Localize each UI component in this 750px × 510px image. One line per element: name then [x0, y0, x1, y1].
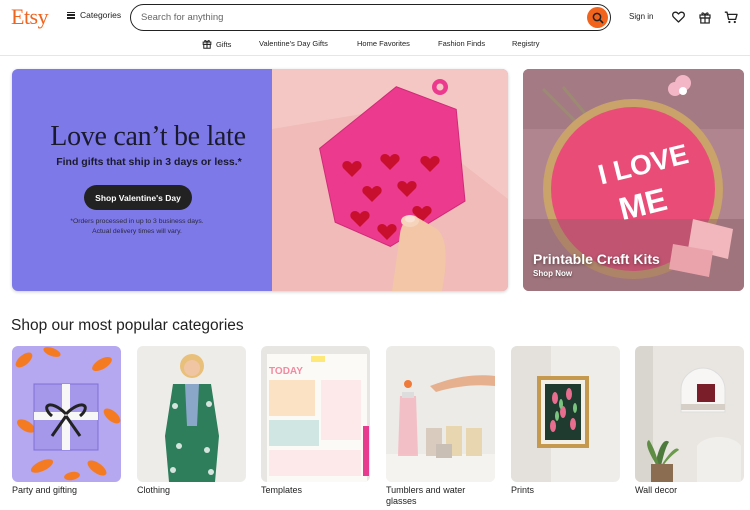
category-label: Wall decor [635, 485, 678, 495]
category-label: Templates [261, 485, 303, 495]
category-image [137, 346, 246, 482]
wall-decor-image [635, 346, 744, 482]
hero-image [272, 69, 508, 291]
shop-now-link[interactable]: Shop Now [533, 269, 572, 278]
category-image [12, 346, 121, 482]
subnav-gifts[interactable]: Gifts [202, 39, 231, 49]
side-card-title: Printable Craft Kits [533, 251, 660, 267]
section-title: Shop our most popular categories [11, 317, 244, 334]
glasses-image [386, 346, 495, 482]
category-image [511, 346, 620, 482]
heart-card-illustration [272, 69, 508, 291]
search-bar [130, 4, 611, 31]
category-image [635, 346, 744, 482]
gift-box-image [12, 346, 121, 482]
subnav-registry[interactable]: Registry [512, 39, 540, 48]
favorites-button[interactable] [671, 10, 685, 24]
search-button[interactable] [587, 7, 608, 28]
signin-link[interactable]: Sign in [629, 12, 653, 21]
category-image [386, 346, 495, 482]
subnav-valentines-day-gifts[interactable]: Valentine's Day Gifts [259, 39, 328, 48]
etsy-logo[interactable]: Etsy [11, 4, 49, 30]
framed-print-image [511, 346, 620, 482]
planner-template-image: TODAY [261, 346, 370, 482]
category-templates[interactable]: TODAY Templates [261, 346, 370, 496]
hero-title: Love can’t be late [50, 121, 246, 152]
search-input[interactable] [141, 12, 561, 23]
hamburger-icon [67, 11, 75, 19]
category-clothing[interactable]: Clothing [137, 346, 246, 496]
cart-button[interactable] [724, 10, 738, 24]
hero-subtitle: Find gifts that ship in 3 days or less.* [56, 156, 242, 168]
category-party-and-gifting[interactable]: Party and gifting [12, 346, 121, 496]
shop-valentines-day-button[interactable]: Shop Valentine's Day [84, 185, 192, 210]
gifts-button[interactable] [698, 10, 712, 24]
category-wall-decor[interactable]: Wall decor [635, 346, 744, 496]
category-label: Clothing [137, 485, 171, 495]
categories-button[interactable]: Categories [67, 10, 121, 20]
subnav-label: Gifts [216, 39, 232, 49]
heart-icon [671, 11, 685, 23]
category-label: Tumblers and water glasses [386, 485, 466, 506]
category-label: Prints [511, 485, 535, 495]
hero-disclaimer: *Orders processed in up to 3 business da… [70, 218, 204, 235]
category-image: TODAY [261, 346, 370, 482]
sub-navigation: Gifts Valentine's Day Gifts Home Favorit… [0, 36, 750, 56]
gift-icon [202, 40, 212, 49]
categories-label: Categories [80, 10, 122, 20]
header: Etsy Categories Sign in [0, 0, 750, 36]
category-label: Party and gifting [12, 485, 78, 495]
clothing-model-image [137, 346, 246, 482]
gift-icon [699, 11, 711, 24]
subnav-fashion-finds[interactable]: Fashion Finds [438, 39, 485, 48]
category-tumblers-and-water-glasses[interactable]: Tumblers and water glasses [386, 346, 495, 507]
cart-icon [724, 11, 738, 23]
search-icon [592, 12, 603, 23]
category-prints[interactable]: Prints [511, 346, 620, 496]
printable-craft-kits-card[interactable]: I LOVE ME Printable Craft Kits Shop Now [523, 69, 744, 291]
hero-banner[interactable]: Love can’t be late Find gifts that ship … [12, 69, 508, 291]
svg-text:TODAY: TODAY [269, 366, 303, 377]
subnav-home-favorites[interactable]: Home Favorites [357, 39, 410, 48]
